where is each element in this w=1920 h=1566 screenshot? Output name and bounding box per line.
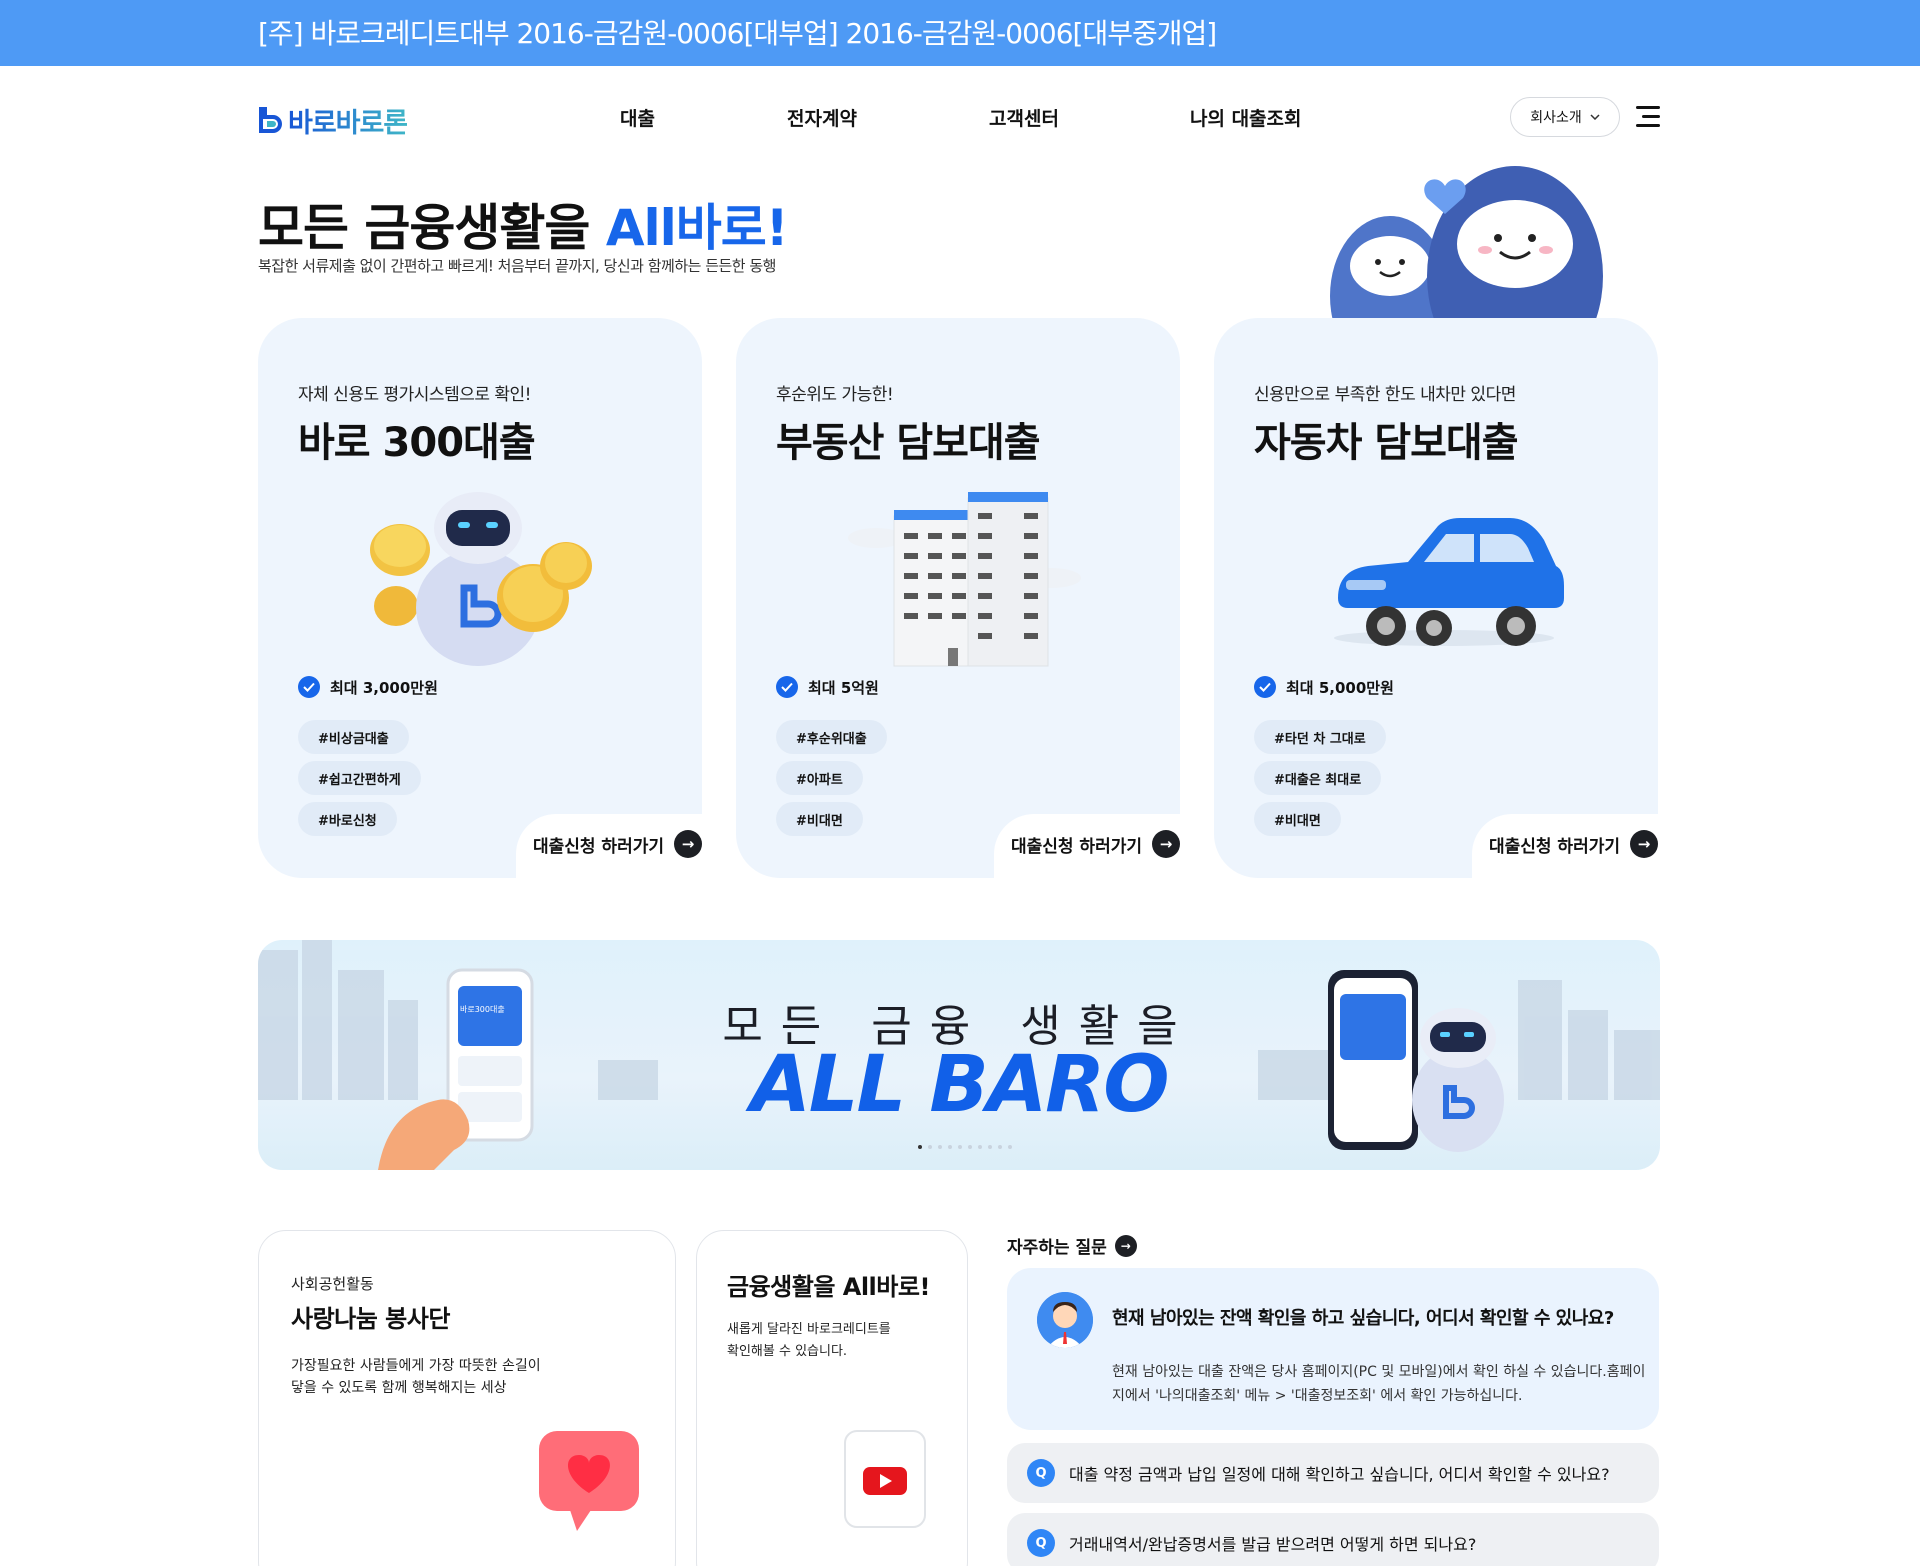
question-icon: Q bbox=[1027, 1529, 1055, 1557]
hashtag[interactable]: #아파트 bbox=[776, 761, 863, 795]
nav-customer-center[interactable]: 고객센터 bbox=[989, 104, 1059, 131]
blue-car-illustration bbox=[1334, 518, 1564, 646]
card-subtitle: 신용만으로 부족한 한도 내차만 있다면 bbox=[1254, 385, 1516, 405]
arrow-right-icon: → bbox=[1114, 1234, 1137, 1257]
arrow-right-icon: → bbox=[1630, 830, 1658, 858]
faq-item-text: 거래내역서/완납증명서를 발급 받으려면 어떻게 하면 되나요? bbox=[1069, 1535, 1477, 1554]
faq-item[interactable]: Q 대출 약정 금액과 납입 일정에 대해 확인하고 싶습니다, 어디서 확인할… bbox=[1007, 1443, 1659, 1503]
max-amount-text: 최대 5,000만원 bbox=[1286, 678, 1394, 697]
loan-card-real-estate[interactable]: 후순위도 가능한! 부동산 담보대출 최대 5억원 #후순위대출 #아파트 #비… bbox=[736, 318, 1180, 878]
max-amount-text: 최대 5억원 bbox=[808, 678, 879, 697]
hashtag[interactable]: #타던 차 그대로 bbox=[1254, 720, 1386, 754]
logo-text: 바로바로론 bbox=[288, 101, 408, 140]
faq-item-text: 대출 약정 금액과 납입 일정에 대해 확인하고 싶습니다, 어디서 확인할 수… bbox=[1069, 1465, 1610, 1484]
faq-item-expanded[interactable]: 현재 남아있는 잔액 확인을 하고 싶습니다, 어디서 확인할 수 있나요? 현… bbox=[1007, 1268, 1659, 1430]
hashtag[interactable]: #바로신청 bbox=[298, 802, 397, 836]
hero-title-accent: All바로! bbox=[605, 199, 789, 257]
question-icon: Q bbox=[1027, 1459, 1055, 1487]
max-amount-text: 최대 3,000만원 bbox=[330, 678, 438, 697]
check-icon bbox=[776, 676, 798, 698]
card-title: 부동산 담보대출 bbox=[776, 420, 1041, 466]
card-subtitle: 자체 신용도 평가시스템으로 확인! bbox=[298, 385, 532, 405]
faq-item[interactable]: Q 거래내역서/완납증명서를 발급 받으려면 어떻게 하면 되나요? bbox=[1007, 1513, 1659, 1566]
faq-heading: 자주하는 질문 bbox=[1007, 1238, 1107, 1258]
hashtag[interactable]: #비대면 bbox=[1254, 802, 1341, 836]
logo-b-icon bbox=[259, 106, 282, 133]
hero-subtitle: 복잡한 서류제출 없이 간편하고 빠르게! 처음부터 끝까지, 당신과 함께하는… bbox=[258, 257, 776, 275]
apply-loan-label: 대출신청 하러가기 bbox=[532, 836, 664, 857]
apply-loan-link[interactable]: 대출신청 하러가기 → bbox=[1011, 830, 1180, 858]
volunteer-card[interactable]: 사회공헌활동 사랑나눔 봉사단 가장필요한 사람들에게 가장 따뜻한 손길이 닿… bbox=[258, 1230, 676, 1566]
nav-loan[interactable]: 대출 bbox=[620, 104, 655, 131]
youtube-title: 금융생활을 All바로! bbox=[727, 1273, 930, 1301]
hashtag[interactable]: #비상금대출 bbox=[298, 720, 409, 754]
loan-card-auto[interactable]: 신용만으로 부족한 한도 내차만 있다면 자동차 담보대출 최대 5,000만원… bbox=[1214, 318, 1658, 878]
about-company-dropdown[interactable]: 회사소개 bbox=[1510, 97, 1620, 137]
apply-loan-label: 대출신청 하러가기 bbox=[1488, 836, 1620, 857]
apply-loan-label: 대출신청 하러가기 bbox=[1010, 836, 1142, 857]
youtube-desc-line1: 새롭게 달라진 바로크레디트를 bbox=[727, 1322, 891, 1337]
heart-chat-icon bbox=[539, 1431, 639, 1531]
volunteer-desc-line2: 닿을 수 있도록 함께 행복해지는 세상 bbox=[291, 1380, 507, 1396]
phone-robot-illustration bbox=[1328, 970, 1504, 1152]
robot-coins-illustration bbox=[370, 492, 592, 666]
check-icon bbox=[1254, 676, 1276, 698]
apartment-building-illustration bbox=[848, 492, 1081, 667]
youtube-card[interactable]: 금융생활을 All바로! 새롭게 달라진 바로크레디트를 확인해볼 수 있습니다… bbox=[696, 1230, 968, 1566]
faq-question: 현재 남아있는 잔액 확인을 하고 싶습니다, 어디서 확인할 수 있나요? bbox=[1112, 1308, 1614, 1329]
agent-avatar bbox=[1037, 1292, 1093, 1348]
hashtag[interactable]: #쉽고간편하게 bbox=[298, 761, 421, 795]
hero-title-main: 모든 금융생활을 bbox=[258, 199, 606, 257]
hashtag[interactable]: #후순위대출 bbox=[776, 720, 887, 754]
card-max-amount: 최대 3,000만원 bbox=[298, 676, 438, 698]
faq-heading-link[interactable]: 자주하는 질문 → bbox=[1007, 1233, 1137, 1258]
faq-answer-line2: 지에서 '나의대출조회' 메뉴 > '대출정보조회' 에서 확인 가능하십니다. bbox=[1112, 1388, 1523, 1404]
youtube-desc-line2: 확인해볼 수 있습니다. bbox=[727, 1344, 848, 1359]
site-logo[interactable]: 바로바로론 bbox=[258, 101, 408, 140]
hero-title: 모든 금융생활을 All바로! bbox=[258, 188, 789, 260]
chevron-down-icon bbox=[1590, 114, 1600, 120]
nav-my-loan-inquiry[interactable]: 나의 대출조회 bbox=[1190, 104, 1302, 131]
about-company-label: 회사소개 bbox=[1530, 110, 1582, 126]
arrow-right-icon: → bbox=[1152, 830, 1180, 858]
faq-answer-line1: 현재 남아있는 대출 잔액은 당사 홈페이지(PC 및 모바일)에서 확인 하실… bbox=[1112, 1364, 1646, 1380]
hamburger-menu-icon[interactable] bbox=[1636, 106, 1660, 128]
card-subtitle: 후순위도 가능한! bbox=[776, 385, 894, 405]
apply-loan-link[interactable]: 대출신청 하러가기 → bbox=[1489, 830, 1658, 858]
arrow-right-icon: → bbox=[674, 830, 702, 858]
check-icon bbox=[298, 676, 320, 698]
volunteer-desc-line1: 가장필요한 사람들에게 가장 따뜻한 손길이 bbox=[291, 1358, 541, 1374]
hashtag[interactable]: #대출은 최대로 bbox=[1254, 761, 1382, 795]
youtube-icon bbox=[844, 1430, 926, 1528]
card-title: 자동차 담보대출 bbox=[1254, 420, 1519, 466]
site-header: 바로바로론 대출 전자계약 고객센터 나의 대출조회 회사소개 bbox=[0, 66, 1920, 176]
registration-notice: [주] 바로크레디트대부 2016-금감원-0006[대부업] 2016-금감원… bbox=[258, 17, 1217, 50]
faq-answer: 현재 남아있는 대출 잔액은 당사 홈페이지(PC 및 모바일)에서 확인 하실… bbox=[1112, 1360, 1645, 1408]
card-max-amount: 최대 5,000만원 bbox=[1254, 676, 1394, 698]
volunteer-title: 사랑나눔 봉사단 bbox=[291, 1305, 450, 1333]
hashtag[interactable]: #비대면 bbox=[776, 802, 863, 836]
nav-e-contract[interactable]: 전자계약 bbox=[787, 104, 857, 131]
loan-card-baro300[interactable]: 자체 신용도 평가시스템으로 확인! 바로 300대출 최대 3,000만원 #… bbox=[258, 318, 702, 878]
volunteer-category: 사회공헌활동 bbox=[291, 1275, 374, 1293]
promo-banner[interactable]: 바로300대출 모든 금융 생활을 ALL BARO bbox=[258, 940, 1660, 1170]
card-title: 바로 300대출 bbox=[298, 420, 536, 466]
card-max-amount: 최대 5억원 bbox=[776, 676, 879, 698]
top-notice-bar: [주] 바로크레디트대부 2016-금감원-0006[대부업] 2016-금감원… bbox=[0, 0, 1920, 66]
mascot-illustration bbox=[1330, 166, 1603, 318]
apply-loan-link[interactable]: 대출신청 하러가기 → bbox=[533, 830, 702, 858]
carousel-pagination[interactable] bbox=[918, 1145, 1012, 1149]
